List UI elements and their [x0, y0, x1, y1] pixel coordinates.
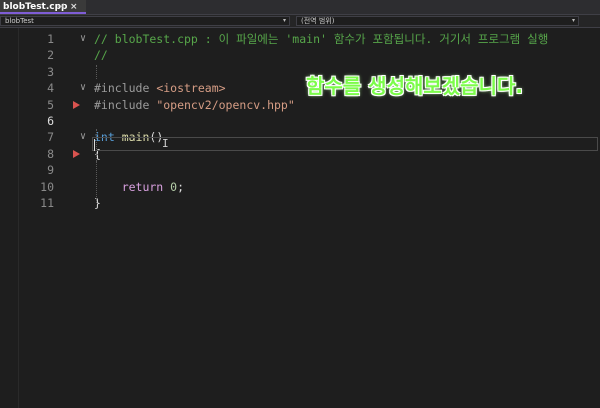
line-number: 9: [47, 163, 54, 178]
breakpoint-marker-icon[interactable]: [73, 100, 80, 109]
indent-guide: [96, 65, 97, 79]
code-line[interactable]: 10 return 0;: [0, 179, 600, 195]
scope-dropdown[interactable]: (전역 범위) ▾: [296, 16, 579, 26]
line-number: 3: [47, 64, 54, 79]
line-number: 5: [47, 97, 54, 112]
code-text: // blobTest.cpp : 이 파일에는 'main' 함수가 포함됩니…: [94, 31, 548, 47]
fold-toggle-icon[interactable]: ∨: [80, 80, 86, 96]
breakpoint-marker-icon[interactable]: [73, 149, 80, 158]
pin-icon[interactable]: ⊣: [57, 0, 64, 14]
navigation-bar: blobTest ▾ (전역 범위) ▾: [0, 15, 600, 28]
line-number: 2: [47, 48, 54, 63]
code-line[interactable]: 2 //: [0, 47, 600, 63]
code-text: #include <iostream>: [94, 80, 226, 96]
code-token: //: [94, 48, 108, 63]
text-caret: [94, 139, 95, 151]
code-token: "opencv2/opencv.hpp": [156, 97, 295, 112]
code-text: #include "opencv2/opencv.hpp": [94, 97, 295, 113]
close-icon[interactable]: ×: [70, 0, 78, 14]
scope-dropdown-value: (전역 범위): [301, 17, 335, 25]
tab-bar: blobTest.cpp ⊣ ×: [0, 0, 600, 15]
code-token: return: [94, 179, 171, 194]
chevron-down-icon: ▾: [571, 17, 575, 24]
project-dropdown[interactable]: blobTest ▾: [0, 16, 290, 26]
tutorial-caption: 함수를 생성해보겠습니다.: [306, 74, 523, 98]
code-token: #include: [94, 81, 157, 96]
code-line[interactable]: 9: [0, 162, 600, 178]
ibeam-cursor-icon: I: [162, 137, 169, 150]
code-line[interactable]: 11}: [0, 195, 600, 211]
code-line[interactable]: 1 ∨ // blobTest.cpp : 이 파일에는 'main' 함수가 포함…: [0, 31, 600, 47]
line-number: 10: [40, 179, 54, 194]
fold-toggle-icon[interactable]: ∨: [80, 31, 86, 47]
project-dropdown-value: blobTest: [5, 17, 34, 25]
indent-guide: [96, 161, 97, 203]
line-number: 8: [47, 146, 54, 161]
code-token: <iostream>: [156, 81, 226, 96]
line-number: 7: [47, 130, 54, 145]
tab-blobtest-cpp[interactable]: blobTest.cpp ⊣ ×: [0, 0, 86, 14]
line-number: 1: [47, 32, 54, 46]
code-text: //: [94, 47, 108, 63]
code-token: // blobTest.cpp : 이 파일에는 'main' 함수가 포함됩니…: [94, 32, 549, 46]
code-text: return 0;: [94, 179, 184, 195]
code-token: #include: [94, 97, 157, 112]
line-number: 4: [47, 81, 54, 96]
line-number: 11: [40, 196, 54, 210]
fold-toggle-icon[interactable]: ∨: [80, 129, 86, 145]
chevron-down-icon: ▾: [282, 17, 286, 24]
code-line[interactable]: 6: [0, 113, 600, 129]
code-token: ;: [177, 179, 185, 194]
line-number: 6: [47, 114, 54, 128]
